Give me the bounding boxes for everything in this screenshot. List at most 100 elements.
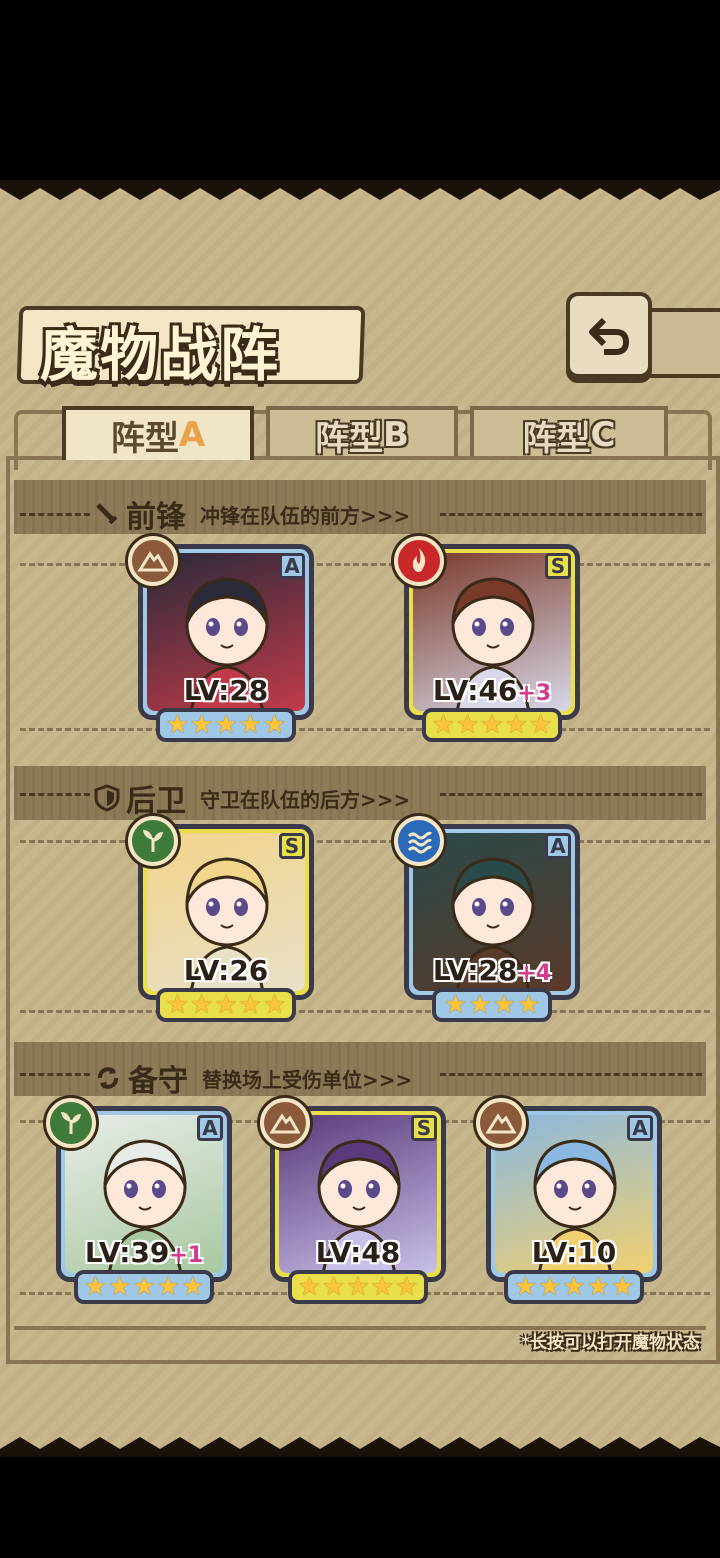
wood-element-icon	[46, 1098, 96, 1148]
section-front-header: 前锋 冲锋在队伍的前方>>>	[94, 492, 410, 536]
star-icon: ★	[165, 710, 190, 740]
rank-badge: S	[411, 1115, 437, 1141]
tab-letter: A	[178, 415, 206, 455]
swap-icon	[98, 1067, 118, 1089]
star-icon: ★	[238, 710, 262, 740]
level-value: LV:48	[315, 1236, 401, 1269]
star-icon: ★	[431, 710, 456, 740]
star-icon: ★	[322, 1272, 346, 1302]
star-icon: ★	[165, 990, 190, 1020]
star-icon: ★	[297, 1272, 322, 1302]
star-icon: ★	[132, 1272, 156, 1302]
tab-formation-a[interactable]: 阵型 A	[62, 406, 254, 460]
star-icon: ★	[528, 710, 553, 740]
level-value: LV:26	[183, 954, 269, 987]
level-value: LV:46	[432, 674, 518, 707]
level-label: LV:26	[143, 954, 309, 987]
torn-edge-top	[0, 180, 720, 200]
tab-formation-c[interactable]: 阵型 C	[470, 406, 668, 460]
star-icon: ★	[190, 990, 214, 1020]
rank-badge: A	[627, 1115, 653, 1141]
long-press-hint: *长按可以打开魔物状态	[521, 1333, 700, 1353]
star-rating: ★ ★ ★ ★ ★	[504, 1270, 644, 1304]
star-rating: ★ ★ ★ ★ ★	[422, 708, 562, 742]
star-icon: ★	[238, 990, 262, 1020]
section-front-desc: 冲锋在队伍的前方>>>	[200, 503, 411, 528]
level-bonus: +4	[517, 961, 552, 986]
section-reserve-name: 备守	[128, 1064, 188, 1099]
level-value: LV:10	[531, 1236, 617, 1269]
star-icon: ★	[456, 710, 480, 740]
star-icon: ★	[108, 1272, 132, 1302]
star-icon: ★	[492, 990, 516, 1020]
star-icon: ★	[480, 710, 504, 740]
star-icon: ★	[262, 710, 287, 740]
star-icon: ★	[190, 710, 214, 740]
star-icon: ★	[370, 1272, 394, 1302]
section-reserve-header: 备守 替换场上受伤单位>>>	[94, 1056, 412, 1100]
torn-edge-bottom	[0, 1437, 720, 1457]
star-rating: ★ ★ ★ ★	[432, 988, 552, 1022]
star-icon: ★	[394, 1272, 419, 1302]
section-front-name: 前锋	[126, 500, 186, 535]
star-icon: ★	[538, 1272, 562, 1302]
tab-label: 阵型	[315, 418, 384, 459]
star-icon: ★	[443, 990, 468, 1020]
level-bonus: +3	[517, 681, 552, 706]
star-icon: ★	[156, 1272, 180, 1302]
rank-badge: A	[197, 1115, 223, 1141]
page-title-banner: 魔物战阵	[16, 298, 366, 389]
fire-element-icon	[394, 536, 444, 586]
tab-letter: B	[383, 415, 409, 455]
section-rear-desc: 守卫在队伍的后方>>>	[200, 787, 411, 812]
section-rear-header: 后卫 守卫在队伍的后方>>>	[94, 776, 410, 820]
section-rear-name: 后卫	[126, 784, 186, 819]
level-label: LV:39+1	[61, 1236, 227, 1269]
earth-element-icon	[128, 536, 178, 586]
earth-element-icon	[260, 1098, 310, 1148]
level-label: LV:46+3	[409, 674, 575, 707]
back-arrow-icon	[589, 317, 630, 355]
level-bonus: +1	[169, 1243, 204, 1268]
tab-letter: C	[590, 415, 616, 455]
star-icon: ★	[180, 1272, 205, 1302]
star-icon: ★	[562, 1272, 586, 1302]
sword-icon	[96, 503, 118, 525]
star-rating: ★ ★ ★ ★ ★	[74, 1270, 214, 1304]
level-value: LV:28	[432, 954, 518, 987]
star-icon: ★	[214, 990, 238, 1020]
level-label: LV:10	[491, 1236, 657, 1269]
star-icon: ★	[513, 1272, 538, 1302]
wood-element-icon	[128, 816, 178, 866]
star-icon: ★	[468, 990, 492, 1020]
tab-formation-b[interactable]: 阵型 B	[266, 406, 458, 460]
section-reserve-desc: 替换场上受伤单位>>>	[202, 1067, 413, 1092]
page-title: 魔物战阵	[40, 321, 281, 389]
level-value: LV:39	[84, 1236, 170, 1269]
star-rating: ★ ★ ★ ★ ★	[156, 708, 296, 742]
star-icon: ★	[504, 710, 528, 740]
star-icon: ★	[610, 1272, 635, 1302]
level-label: LV:28+4	[409, 954, 575, 987]
star-rating: ★ ★ ★ ★ ★	[156, 988, 296, 1022]
star-rating: ★ ★ ★ ★ ★	[288, 1270, 428, 1304]
level-label: LV:28	[143, 674, 309, 707]
star-icon: ★	[346, 1272, 370, 1302]
level-value: LV:28	[183, 674, 269, 707]
level-label: LV:48	[275, 1236, 441, 1269]
tab-label: 阵型	[522, 418, 591, 459]
star-icon: ★	[586, 1272, 610, 1302]
back-button[interactable]	[566, 292, 652, 378]
rank-badge: S	[545, 553, 571, 579]
rank-badge: A	[279, 553, 305, 579]
rank-badge: A	[545, 833, 571, 859]
tab-label: 阵型	[110, 418, 179, 459]
rank-badge: S	[279, 833, 305, 859]
shield-icon	[94, 784, 120, 812]
earth-element-icon	[476, 1098, 526, 1148]
formation-panel: 魔物战阵 阵型 A 阵型 B 阵型 C 前锋 冲锋在队伍的前方>>> 后卫 守卫…	[0, 180, 720, 1457]
star-icon: ★	[214, 710, 238, 740]
water-element-icon	[394, 816, 444, 866]
star-icon: ★	[516, 990, 541, 1020]
star-icon: ★	[262, 990, 287, 1020]
